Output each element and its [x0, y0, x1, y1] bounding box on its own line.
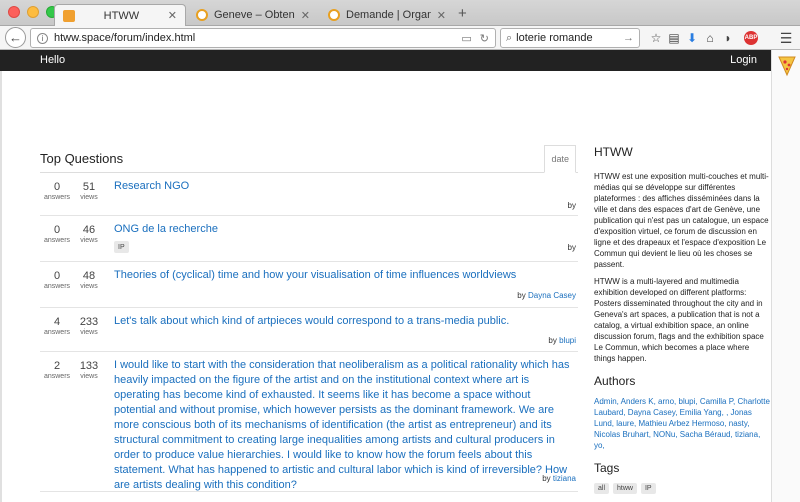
bookmark-star-icon[interactable]: ☆ [648, 30, 664, 46]
back-arrow-icon: ← [9, 30, 22, 45]
tags-title: Tags [594, 461, 620, 475]
questions-panel: Top Questions date 0 answers 51 views Rese… [40, 145, 578, 492]
author-link[interactable]: Dayna Casey [528, 291, 576, 300]
url-text: htww.space/forum/index.html [54, 32, 196, 44]
search-bar[interactable]: ⌕ loterie romande → [500, 28, 640, 48]
site-header: Hello Login [0, 50, 771, 71]
adblock-icon[interactable]: ABP [744, 31, 758, 45]
login-link[interactable]: Login [730, 54, 757, 66]
browser-tab-bar: HTWW ✕ Geneve – Obtenir une con… ✕ Deman… [0, 0, 800, 26]
tag-htww[interactable]: htww [613, 483, 637, 494]
question-title-link[interactable]: Theories of (cyclical) time and how your… [114, 268, 574, 282]
site-brand-link[interactable]: Hello [40, 54, 65, 66]
home-icon[interactable]: ⌂ [702, 30, 718, 46]
question-row: 0 answers 51 views Research NGO by [40, 173, 578, 216]
question-row: 0 answers 48 views Theories of (cyclical) … [40, 262, 578, 308]
author-link[interactable]: blupi [559, 336, 576, 345]
questions-header: Top Questions date [40, 145, 578, 173]
browser-nav-bar: ← i htww.space/forum/index.html ▭ ↻ ⌕ lo… [0, 26, 800, 50]
new-tab-button[interactable]: + [458, 5, 467, 22]
reader-view-icon[interactable]: ▭ [461, 32, 471, 45]
answers-count: 0 answers [43, 224, 71, 244]
browser-tab-demande[interactable]: Demande | Organe genev… ✕ [320, 4, 454, 26]
search-input[interactable]: loterie romande [516, 32, 623, 44]
htww-favicon-icon [63, 9, 75, 22]
browser-tab-htww[interactable]: HTWW ✕ [54, 4, 186, 26]
views-count: 48 views [80, 270, 98, 290]
tab-close-icon[interactable]: ✕ [437, 9, 446, 22]
author-link[interactable]: tiziana [553, 474, 576, 483]
answers-count: 2 answers [43, 360, 71, 380]
sidebar: HTWW HTWW est une exposition multi-couch… [594, 145, 770, 494]
answers-count: 0 answers [43, 270, 71, 290]
search-icon: ⌕ [506, 31, 513, 44]
about-text-fr: HTWW est une exposition multi-couches et… [594, 172, 769, 269]
tab-close-icon[interactable]: ✕ [301, 9, 310, 22]
tag-ip[interactable]: IP [640, 483, 656, 494]
window-minimize-button[interactable] [27, 6, 39, 18]
window-close-button[interactable] [8, 6, 20, 18]
question-byline: by blupi [548, 336, 576, 345]
views-count: 51 views [80, 181, 98, 201]
question-row: 4 answers 233 views Let's talk about which… [40, 308, 578, 352]
tag-ip[interactable]: IP [114, 241, 129, 253]
question-byline: by tiziana [542, 474, 576, 483]
browser-tab-geneve[interactable]: Geneve – Obtenir une con… ✕ [188, 4, 318, 26]
question-row: 2 answers 133 views I would like to start … [40, 352, 578, 492]
authors-title: Authors [594, 374, 636, 388]
firefox-favicon-icon [328, 9, 340, 21]
question-title-link[interactable]: Let's talk about which kind of artpieces… [114, 314, 574, 328]
answers-count: 0 answers [43, 181, 71, 201]
page-title: Top Questions [40, 151, 124, 166]
question-byline: by [567, 201, 576, 210]
tag-all[interactable]: all [594, 483, 610, 494]
tag-list: all htww IP [594, 483, 770, 494]
back-button[interactable]: ← [5, 27, 26, 48]
pocket-icon[interactable]: ◗ [720, 30, 736, 46]
firefox-favicon-icon [196, 9, 208, 21]
answers-count: 4 answers [43, 316, 71, 336]
question-title-link[interactable]: Research NGO [114, 179, 574, 193]
question-title-link[interactable]: I would like to start with the considera… [114, 358, 574, 493]
authors-list[interactable]: Admin, Anders K, arno, blupi, Camilla P,… [594, 396, 770, 451]
url-bar[interactable]: i htww.space/forum/index.html ▭ ↻ [30, 28, 496, 48]
page-left-edge [0, 71, 2, 502]
question-row: 0 answers 46 views ONG de la recherche IP … [40, 216, 578, 262]
pizza-icon[interactable] [777, 53, 797, 77]
views-count: 46 views [80, 224, 98, 244]
views-count: 233 views [79, 316, 99, 336]
info-icon[interactable]: i [37, 32, 48, 44]
question-byline: by Dayna Casey [517, 291, 576, 300]
about-title: HTWW [594, 145, 633, 159]
browser-side-strip [771, 50, 800, 502]
about-text-en: HTWW is a multi-layered and multimedia e… [594, 277, 764, 363]
menu-icon[interactable]: ☰ [778, 30, 794, 46]
question-byline: by [567, 243, 576, 252]
reading-list-icon[interactable]: ▤ [666, 30, 682, 46]
search-go-icon[interactable]: → [623, 32, 634, 44]
reload-icon[interactable]: ↻ [480, 32, 489, 45]
tab-date[interactable]: date [544, 145, 576, 173]
question-title-link[interactable]: ONG de la recherche [114, 222, 574, 236]
downloads-icon[interactable]: ⬇ [684, 30, 700, 46]
views-count: 133 views [79, 360, 99, 380]
tab-close-icon[interactable]: ✕ [168, 9, 177, 22]
